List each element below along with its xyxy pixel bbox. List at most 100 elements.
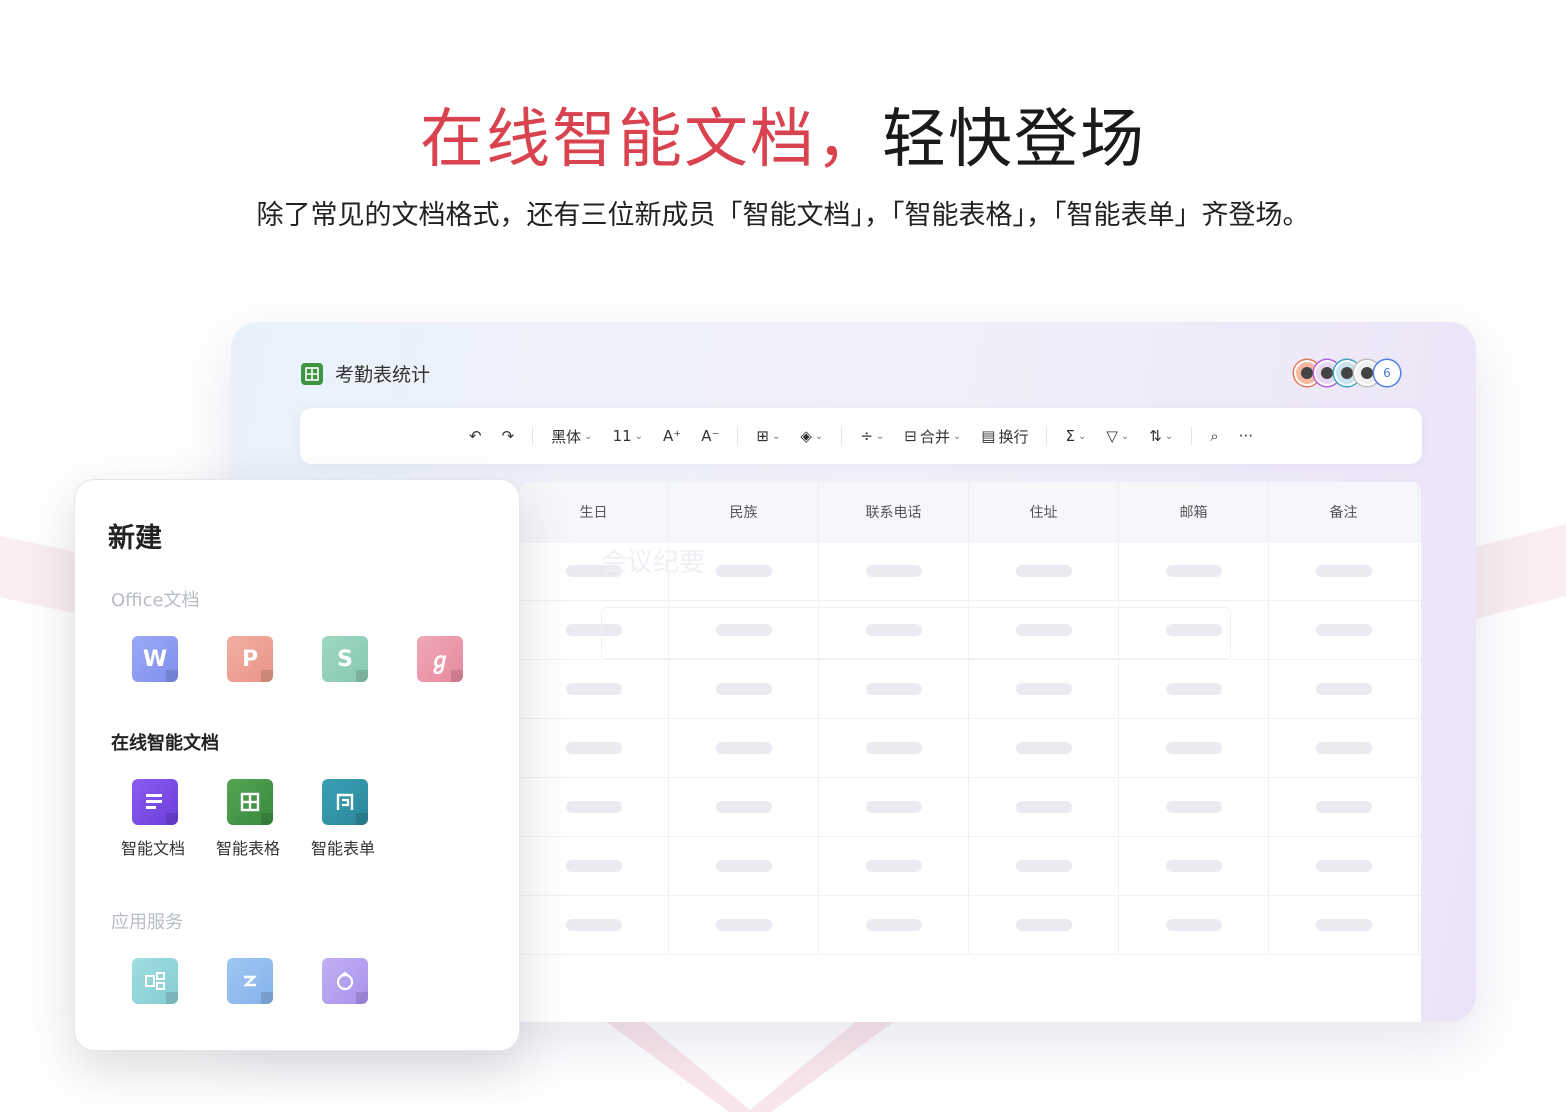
- new-word-button[interactable]: W: [111, 636, 206, 682]
- table-cell[interactable]: [819, 660, 969, 718]
- table-cell[interactable]: [1269, 896, 1419, 954]
- column-header[interactable]: 邮箱: [1119, 482, 1269, 541]
- increase-font-icon[interactable]: A⁺: [657, 423, 687, 449]
- chevron-down-icon: ⌄: [814, 430, 824, 442]
- toolbar-divider: [1046, 427, 1048, 445]
- table-row: [519, 778, 1421, 837]
- toolbar-divider: [1191, 427, 1193, 445]
- new-org-chart-button[interactable]: [111, 958, 206, 1004]
- wrap-button[interactable]: ▤ 换行: [975, 422, 1034, 451]
- table-cell[interactable]: [669, 896, 819, 954]
- table-cell[interactable]: [819, 837, 969, 895]
- new-document-panel: 新建 Office文档 W P S ℊ 在线智能文档 智能文档 智能表格 智能表…: [74, 479, 520, 1051]
- table-cell[interactable]: [819, 542, 969, 600]
- merge-button[interactable]: ⊟ 合并 ⌄: [898, 422, 967, 451]
- filter-button[interactable]: ▽ ⌄: [1100, 423, 1135, 449]
- table-cell[interactable]: [1119, 660, 1269, 718]
- fill-color-button[interactable]: ◈ ⌄: [794, 423, 829, 449]
- placeholder-bar: [865, 801, 922, 813]
- table-cell[interactable]: [969, 542, 1119, 600]
- align-button[interactable]: ÷ ⌄: [854, 423, 890, 449]
- table-cell[interactable]: [1269, 542, 1419, 600]
- placeholder-bar: [565, 860, 622, 872]
- new-smart-form-button[interactable]: 智能表单: [301, 779, 396, 859]
- font-size-select[interactable]: 11 ⌄: [607, 423, 649, 449]
- table-cell[interactable]: [519, 778, 669, 836]
- wrap-icon: ▤: [981, 427, 996, 445]
- placeholder-bar: [715, 565, 772, 577]
- table-cell[interactable]: [819, 896, 969, 954]
- grid-header-row: 生日 民族 联系电话 住址 邮箱 备注: [519, 482, 1421, 542]
- column-header[interactable]: 民族: [669, 482, 819, 541]
- font-size-value: 11: [612, 427, 632, 445]
- font-family-select[interactable]: 黑体 ⌄: [545, 422, 598, 451]
- table-row: [519, 719, 1421, 778]
- new-smart-sheet-button[interactable]: 智能表格: [206, 779, 301, 859]
- new-pdf-button[interactable]: ℊ: [396, 636, 491, 682]
- placeholder-bar: [865, 919, 922, 931]
- apps-section-label: 应用服务: [111, 912, 183, 933]
- new-smart-doc-button[interactable]: 智能文档: [111, 779, 206, 859]
- table-cell[interactable]: [969, 896, 1119, 954]
- org-chart-icon: [132, 958, 178, 1004]
- table-cell[interactable]: [1119, 837, 1269, 895]
- table-cell[interactable]: [1269, 660, 1419, 718]
- document-title[interactable]: 考勤表统计: [335, 360, 430, 387]
- table-cell[interactable]: [519, 719, 669, 777]
- table-cell[interactable]: [1269, 719, 1419, 777]
- table-cell[interactable]: [1119, 778, 1269, 836]
- new-ppt-button[interactable]: P: [206, 636, 301, 682]
- word-icon: W: [132, 636, 178, 682]
- table-cell[interactable]: [669, 837, 819, 895]
- table-cell[interactable]: [1119, 542, 1269, 600]
- new-spreadsheet-button[interactable]: S: [301, 636, 396, 682]
- placeholder-bar: [1315, 742, 1372, 754]
- sum-button[interactable]: Σ ⌄: [1059, 423, 1092, 449]
- undo-icon[interactable]: ↶: [463, 423, 488, 449]
- ghost-text: 会议纪要: [601, 548, 706, 578]
- column-header[interactable]: 联系电话: [819, 482, 969, 541]
- spreadsheet-icon: S: [322, 636, 368, 682]
- hero-title-accent: 在线智能文档，: [420, 103, 882, 177]
- new-mindmap-button[interactable]: [206, 958, 301, 1004]
- chevron-down-icon: ⌄: [875, 430, 885, 442]
- column-header[interactable]: 住址: [969, 482, 1119, 541]
- table-cell[interactable]: [969, 660, 1119, 718]
- sort-button[interactable]: ⇅ ⌄: [1143, 423, 1179, 449]
- decrease-font-icon[interactable]: A⁻: [695, 423, 725, 449]
- column-header[interactable]: 备注: [1269, 482, 1419, 541]
- table-cell[interactable]: [819, 778, 969, 836]
- table-cell[interactable]: [969, 778, 1119, 836]
- new-flowchart-button[interactable]: [301, 958, 396, 1004]
- table-cell[interactable]: [969, 837, 1119, 895]
- table-cell[interactable]: [519, 837, 669, 895]
- border-button[interactable]: ⊞ ⌄: [750, 423, 786, 449]
- placeholder-bar: [1315, 801, 1372, 813]
- placeholder-bar: [1165, 860, 1222, 872]
- table-cell[interactable]: [669, 778, 819, 836]
- column-header[interactable]: 生日: [519, 482, 669, 541]
- table-cell[interactable]: [669, 660, 819, 718]
- chevron-down-icon: ⌄: [634, 430, 644, 442]
- table-cell[interactable]: [519, 660, 669, 718]
- collaborator-count-badge[interactable]: 6: [1374, 360, 1400, 386]
- table-cell[interactable]: [519, 896, 669, 954]
- table-cell[interactable]: [819, 719, 969, 777]
- ppt-icon: P: [227, 636, 273, 682]
- table-cell[interactable]: [669, 719, 819, 777]
- placeholder-bar: [1015, 683, 1072, 695]
- placeholder-bar: [1015, 801, 1072, 813]
- table-cell[interactable]: [1119, 896, 1269, 954]
- more-icon[interactable]: ···: [1233, 423, 1259, 449]
- toolbar-divider: [737, 427, 739, 445]
- search-icon[interactable]: ⌕: [1204, 423, 1224, 449]
- table-cell[interactable]: [1269, 601, 1419, 659]
- redo-icon[interactable]: ↷: [496, 423, 521, 449]
- table-cell[interactable]: [1269, 837, 1419, 895]
- table-cell[interactable]: [1269, 778, 1419, 836]
- table-cell[interactable]: [1119, 719, 1269, 777]
- table-cell[interactable]: [969, 719, 1119, 777]
- collaborator-avatars[interactable]: 6: [1294, 360, 1400, 386]
- grid-body: [519, 542, 1421, 955]
- office-icons-row: W P S ℊ: [111, 636, 491, 682]
